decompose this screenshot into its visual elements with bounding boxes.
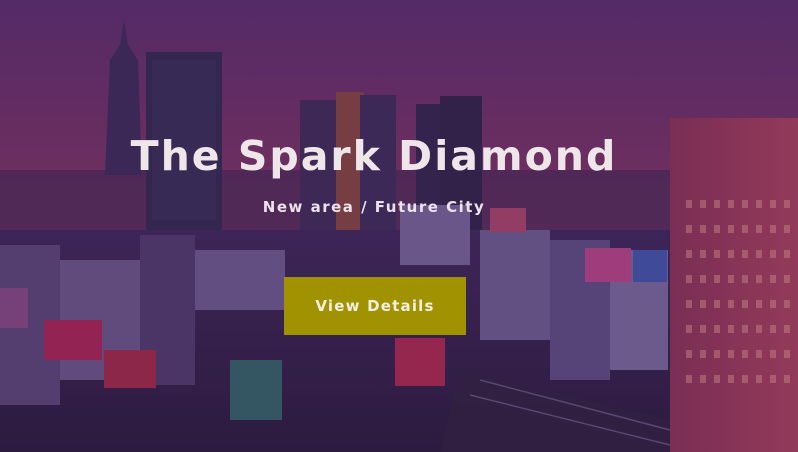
view-details-button[interactable]: View Details	[284, 277, 466, 335]
color-overlay	[0, 0, 798, 452]
hero-title: The Spark Diamond	[130, 132, 618, 180]
hero-section: The Spark Diamond New area / Future City…	[0, 0, 798, 452]
hero-subtitle: New area / Future City	[262, 198, 486, 216]
